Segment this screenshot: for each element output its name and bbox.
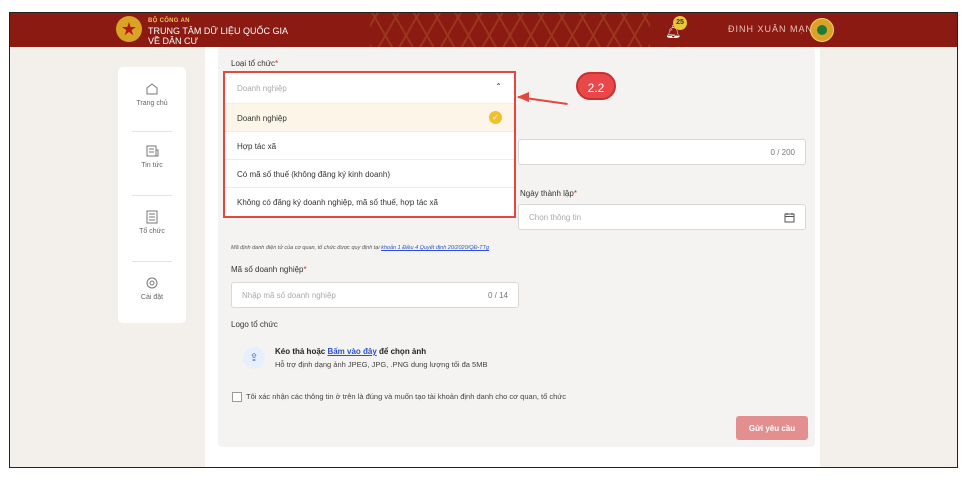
user-name[interactable]: ĐINH XUÂN MẠNH [728,24,821,34]
brand-ministry: BỘ CÔNG AN [148,18,190,24]
step-callout: 2.2 [576,72,616,100]
submit-button[interactable]: Gửi yêu cầu [736,416,808,440]
chevron-up-icon: ⌃ [495,82,502,91]
gear-icon [146,277,158,289]
org-type-option[interactable]: Doanh nghiệp ✓ [225,104,514,132]
notification-bell[interactable]: 🔔︎ 25 [665,16,689,41]
org-type-option[interactable]: Không có đăng ký doanh nghiệp, mã số thu… [225,188,514,216]
org-name-counter: 0 / 200 [770,148,795,157]
brand-line1: TRUNG TÂM DỮ LIỆU QUỐC GIA [148,26,289,36]
founding-date-placeholder: Chọn thông tin [529,213,582,222]
org-type-label: Loại tổ chức* [231,59,279,68]
confirm-checkbox[interactable] [232,392,242,402]
sidebar-item-organization[interactable]: Tổ chức [118,209,186,235]
avatar[interactable] [810,18,834,42]
sidebar-item-news[interactable]: Tin tức [118,143,186,169]
org-name-input[interactable]: 0 / 200 [518,139,806,165]
calendar-icon [784,213,795,223]
identifier-hint: Mã định danh điện tử của cơ quan, tổ chứ… [231,245,490,251]
org-type-select[interactable]: Doanh nghiệp ⌃ [225,73,514,104]
upload-cloud-icon[interactable]: ⇪ [243,347,265,369]
home-icon [146,83,158,95]
upload-link[interactable]: Bấm vào đây [327,347,376,356]
police-emblem-icon[interactable]: ★ [116,16,142,42]
check-icon: ✓ [489,111,502,124]
founding-date-label: Ngày thành lập* [520,189,577,198]
org-type-option[interactable]: Hợp tác xã [225,132,514,160]
sidebar-item-settings[interactable]: Cài đặt [118,275,186,301]
building-icon [146,210,158,224]
upload-hint: Hỗ trợ định dạng ảnh JPEG, JPG, .PNG dun… [275,360,488,369]
header-pattern [370,13,650,47]
founding-date-input[interactable]: Chọn thông tin [518,204,806,230]
biz-code-label: Mã số doanh nghiệp* [231,265,307,274]
confirm-text: Tôi xác nhận các thông tin ở trên là đún… [246,392,567,401]
brand-line2: VỀ DÂN CƯ [148,36,199,46]
notification-badge: 25 [673,16,687,30]
biz-code-input[interactable]: Nhập mã số doanh nghiệp 0 / 14 [231,282,519,308]
sidebar-item-label: Trang chủ [136,100,168,107]
org-type-placeholder: Doanh nghiệp [237,84,287,93]
sidebar-item-label: Tin tức [141,162,163,169]
app-window: ★ BỘ CÔNG AN TRUNG TÂM DỮ LIỆU QUỐC GIA … [9,12,958,468]
sidebar-item-label: Cài đặt [140,294,164,301]
logo-label: Logo tổ chức [231,320,278,329]
sidebar: Trang chủ Tin tức Tổ chức Cài đặt [118,67,186,323]
biz-code-placeholder: Nhập mã số doanh nghiệp [242,291,336,300]
org-type-dropdown[interactable]: Doanh nghiệp ⌃ Doanh nghiệp ✓ Hợp tác xã… [223,71,516,218]
biz-code-counter: 0 / 14 [487,291,508,300]
org-type-option[interactable]: Có mã số thuế (không đăng ký kinh doanh) [225,160,514,188]
top-header: ★ BỘ CÔNG AN TRUNG TÂM DỮ LIỆU QUỐC GIA … [10,13,957,47]
regulation-link[interactable]: khoản 1 Điều 4 Quyết định 20/2020/QĐ-TTg [381,245,489,251]
sidebar-item-label: Tổ chức [139,228,165,235]
brand-text: BỘ CÔNG AN TRUNG TÂM DỮ LIỆU QUỐC GIA VỀ… [148,16,288,46]
news-icon [146,145,159,157]
callout-arrow-head [517,92,529,102]
upload-instruction: Kéo thả hoặc Bấm vào đây để chọn ảnh [275,347,427,356]
sidebar-item-home[interactable]: Trang chủ [118,81,186,107]
